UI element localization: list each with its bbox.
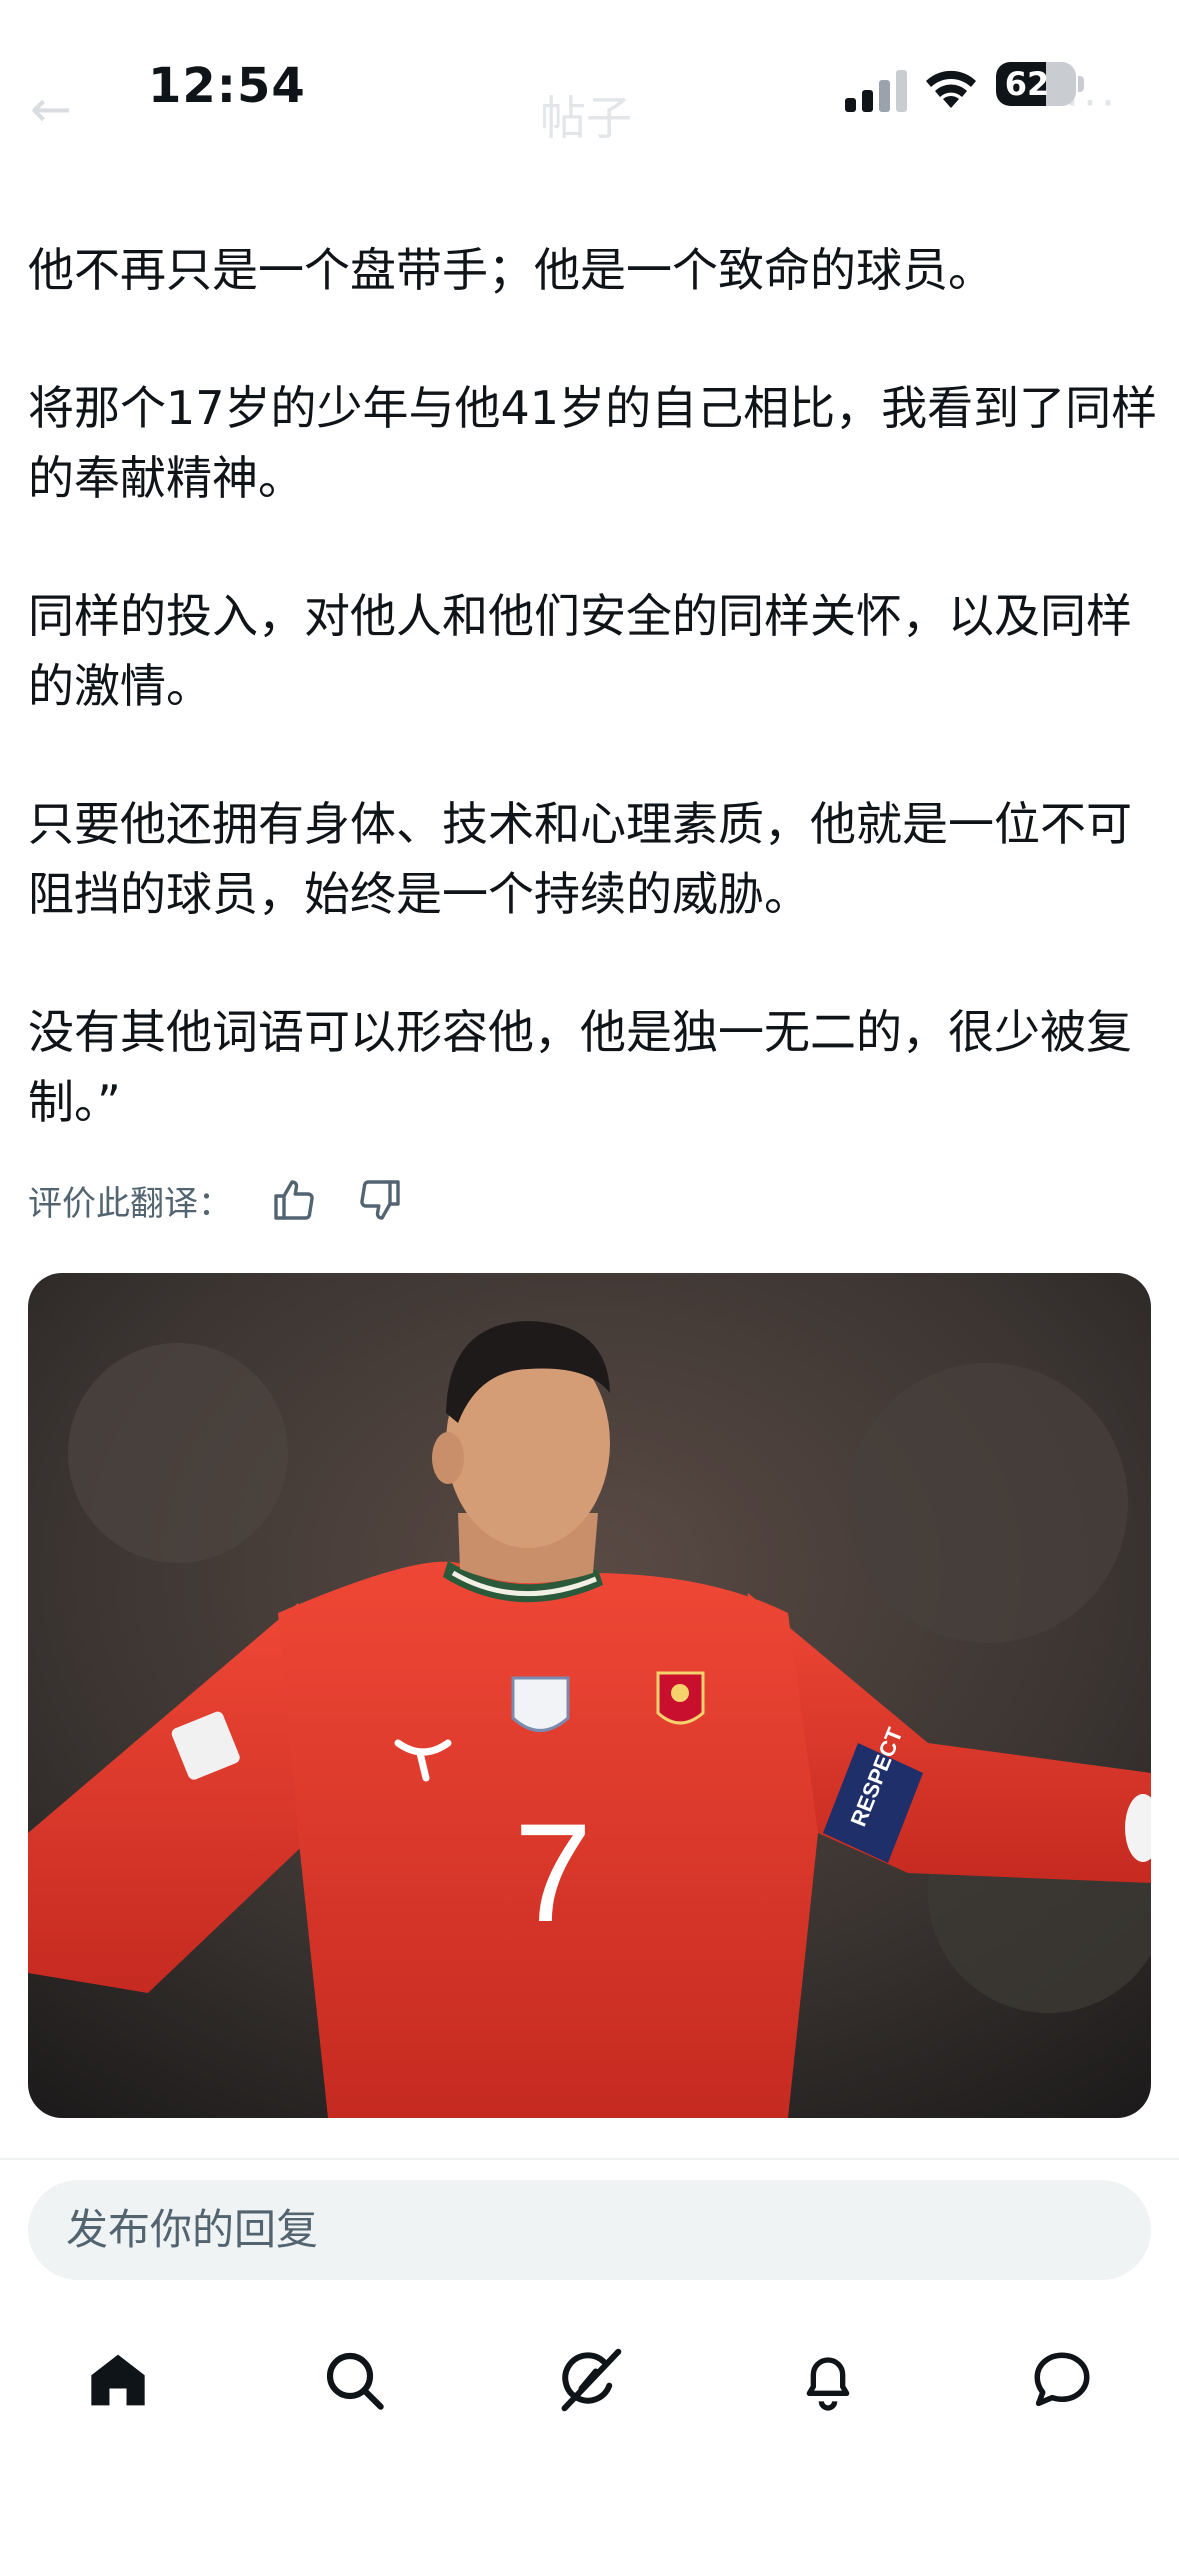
- bell-icon: [806, 2357, 850, 2411]
- nav-search[interactable]: [314, 2340, 394, 2420]
- chat-icon: [1034, 2352, 1090, 2407]
- page-title: 帖子: [540, 91, 632, 145]
- rate-translation-row: 评价此翻译：: [28, 1170, 438, 1230]
- rate-translation-label: 评价此翻译：: [28, 1183, 232, 1224]
- post-paragraph: 没有其他词语可以形容他，他是独一无二的，很少被复制。”: [28, 1005, 1132, 1129]
- crest: [656, 1671, 705, 1725]
- wifi-icon: [926, 70, 976, 108]
- nav-home[interactable]: [78, 2340, 158, 2420]
- status-time: 12:54: [148, 58, 306, 114]
- cellular-signal-icon: [845, 68, 907, 112]
- thumbs-down-icon[interactable]: [352, 1172, 408, 1228]
- battery-level: 62: [1004, 65, 1050, 103]
- home-icon: [91, 2354, 145, 2406]
- status-bar: ← 帖子 ··· 12:54 62: [0, 0, 1179, 175]
- battery-cap: [1078, 76, 1084, 92]
- bottom-nav: [0, 2310, 1179, 2450]
- search-icon: [326, 2352, 384, 2410]
- nav-messages[interactable]: [1022, 2340, 1102, 2420]
- jersey-number: 7: [514, 1794, 592, 1951]
- post-paragraph: 只要他还拥有身体、技术和心理素质，他就是一位不可阻挡的球员，始终是一个持续的威胁…: [28, 797, 1132, 921]
- back-button[interactable]: ←: [30, 80, 72, 138]
- player-photo: RESPECT 7: [28, 1273, 1151, 2118]
- post-body: 他不再只是一个盘带手；他是一个致命的球员。 将那个17岁的少年与他41岁的自己相…: [28, 235, 1158, 1137]
- reply-input[interactable]: 发布你的回复: [28, 2180, 1151, 2280]
- post-paragraph: 同样的投入，对他人和他们安全的同样关怀，以及同样的激情。: [28, 589, 1132, 713]
- reply-placeholder: 发布你的回复: [66, 2205, 319, 2254]
- nav-grok[interactable]: [550, 2340, 630, 2420]
- grok-icon: [561, 2348, 622, 2412]
- nav-notifications[interactable]: [788, 2340, 868, 2420]
- thumbs-up-icon[interactable]: [266, 1172, 322, 1228]
- post-paragraph: 他不再只是一个盘带手；他是一个致命的球员。: [28, 243, 994, 297]
- post-image[interactable]: RESPECT 7: [28, 1273, 1151, 2118]
- post-paragraph: 将那个17岁的少年与他41岁的自己相比，我看到了同样的奉献精神。: [28, 381, 1158, 505]
- divider: [0, 2158, 1179, 2160]
- battery-icon: 62: [996, 62, 1076, 106]
